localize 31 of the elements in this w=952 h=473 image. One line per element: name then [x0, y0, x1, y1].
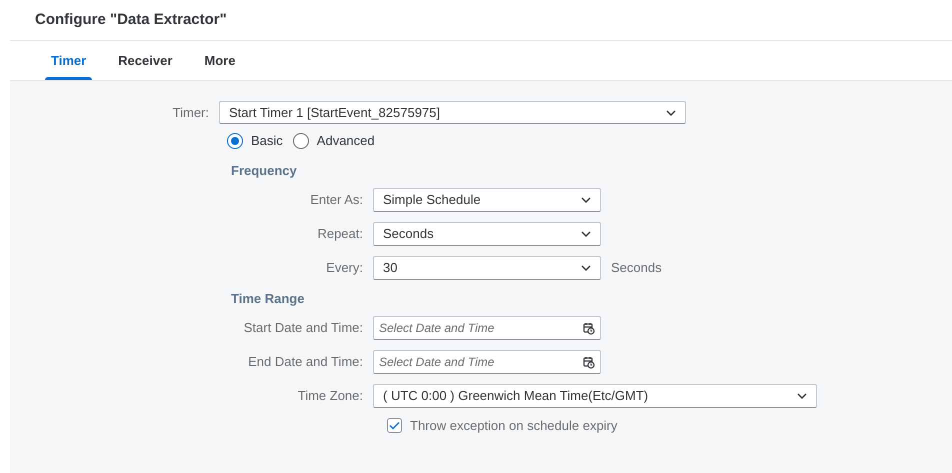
field-label: Repeat: [316, 225, 364, 244]
section-heading: Time Range [230, 290, 306, 308]
date-time-field[interactable]: Select Date and Time [373, 316, 601, 340]
dropdown-select[interactable]: Seconds [373, 222, 601, 246]
field-label: Enter As: [309, 191, 364, 210]
calendar-clock-icon [583, 356, 595, 368]
calendar-clock-icon [583, 322, 595, 334]
dropdown-select[interactable]: Simple Schedule [373, 188, 601, 212]
time-zone-select[interactable]: ( UTC 0:00 ) Greenwich Mean Time(Etc/GMT) [373, 384, 817, 408]
chevron-down-icon [581, 231, 591, 237]
tab[interactable]: Receiver [116, 41, 174, 80]
section-heading: Frequency [230, 162, 298, 180]
chevron-down-icon [581, 197, 591, 203]
chevron-down-icon [666, 110, 676, 116]
field-label: Start Date and Time: [242, 319, 364, 338]
dropdown-select[interactable]: 30 [373, 256, 601, 280]
field-label: Time Zone: [296, 386, 364, 405]
radio-option[interactable]: Basic [227, 130, 283, 150]
dialog-title: Configure "Data Extractor" [35, 10, 227, 30]
exception-checkbox[interactable]: Throw exception on schedule expiry [387, 416, 618, 436]
date-time-field[interactable]: Select Date and Time [373, 350, 601, 374]
check-icon [389, 421, 400, 430]
radio-option[interactable]: Advanced [292, 130, 375, 150]
chevron-down-icon [797, 392, 807, 398]
field-label: End Date and Time: [247, 353, 364, 372]
chevron-down-icon [581, 265, 591, 271]
unit-label: Seconds [610, 259, 662, 278]
timer-select[interactable]: Start Timer 1 [StartEvent_82575975] [219, 101, 686, 124]
field-label: Every: [325, 259, 364, 278]
tab[interactable]: More [202, 41, 238, 80]
field-label: Timer: [172, 104, 210, 122]
